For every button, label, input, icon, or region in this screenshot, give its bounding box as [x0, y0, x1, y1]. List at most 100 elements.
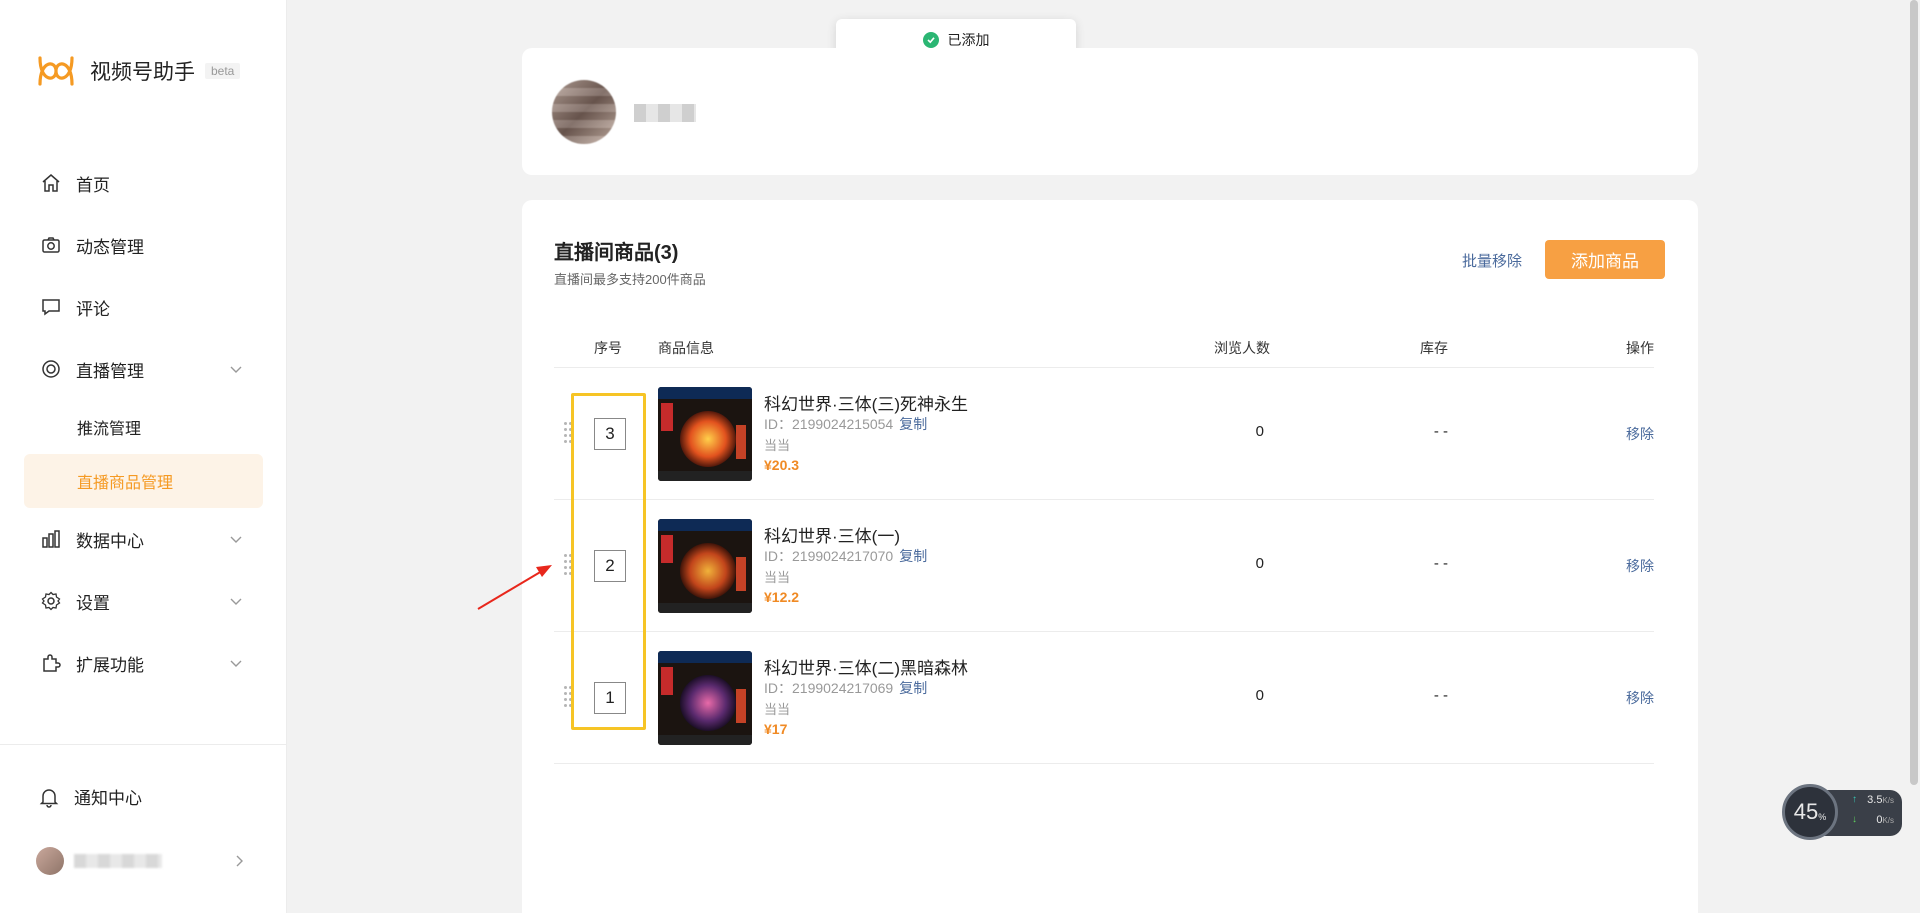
- live-products-card: 直播间商品(3) 直播间最多支持200件商品 批量移除 添加商品 序号 商品信息…: [522, 200, 1698, 913]
- nav-label: 动态管理: [76, 237, 144, 257]
- nav-item-data[interactable]: 数据中心: [0, 508, 287, 570]
- table-header: 序号 商品信息 浏览人数 库存 操作: [554, 330, 1654, 368]
- product-id: ID：2199024217070 复制: [764, 548, 928, 564]
- toast-text: 已添加: [947, 32, 990, 48]
- chevron-down-icon: [230, 660, 242, 667]
- beta-badge: beta: [205, 63, 241, 79]
- app-name: 视频号助手: [90, 61, 195, 84]
- table-row: 3 科幻世界·三体(三)死神永生 ID：2199024215054 复制 当当 ¥…: [554, 368, 1654, 500]
- product-views: 0: [1255, 687, 1264, 704]
- nav-item-posts[interactable]: 动态管理: [0, 214, 287, 276]
- upload-arrow-icon: ↑: [1852, 794, 1857, 805]
- product-price: ¥17: [764, 721, 788, 737]
- table-row: 2 科幻世界·三体(一) ID：2199024217070 复制 当当 ¥12.2…: [554, 500, 1654, 632]
- product-price: ¥20.3: [764, 457, 800, 473]
- upload-speed: 3.5K/s: [1867, 794, 1894, 806]
- chevron-up-icon: [230, 366, 242, 373]
- live-icon: [40, 358, 62, 380]
- nav-label: 直播管理: [76, 361, 144, 381]
- product-stock: - -: [1433, 423, 1448, 440]
- remove-button[interactable]: 移除: [1626, 424, 1654, 444]
- download-speed: 0K/s: [1876, 814, 1894, 826]
- copy-button[interactable]: 复制: [899, 416, 927, 432]
- drag-handle-icon[interactable]: [564, 422, 574, 448]
- sub-item-label: 直播商品管理: [77, 475, 174, 492]
- product-id: ID：2199024217069 复制: [764, 680, 928, 696]
- sub-item-live-products[interactable]: 直播商品管理: [24, 454, 263, 508]
- nav-label: 设置: [76, 593, 110, 613]
- puzzle-icon: [40, 652, 62, 674]
- product-cover-image[interactable]: [658, 387, 752, 481]
- remove-button[interactable]: 移除: [1626, 688, 1654, 708]
- seq-input[interactable]: 1: [594, 682, 626, 714]
- table-row: 1 科幻世界·三体(二)黑暗森林 ID：2199024217069 复制 当当 ¥…: [554, 632, 1654, 764]
- sub-item-label: 推流管理: [77, 421, 142, 438]
- product-stock: - -: [1433, 687, 1448, 704]
- batch-remove-button[interactable]: 批量移除: [1462, 250, 1522, 271]
- profile-avatar: [552, 80, 616, 144]
- notification-center[interactable]: 通知中心: [38, 784, 142, 809]
- product-stock: - -: [1433, 555, 1448, 572]
- home-icon: [40, 172, 62, 194]
- network-speed-widget[interactable]: ↑ ↓ 3.5K/s 0K/s 45%: [1782, 784, 1902, 840]
- product-cover-image[interactable]: [658, 651, 752, 745]
- add-product-button[interactable]: 添加商品: [1545, 240, 1665, 279]
- download-arrow-icon: ↓: [1852, 814, 1857, 825]
- product-id: ID：2199024215054 复制: [764, 416, 928, 432]
- seq-input[interactable]: 2: [594, 550, 626, 582]
- sidebar: 视频号助手 beta 首页 动态管理 评论 直播管理 推流管理 直播商品管理 数…: [0, 0, 287, 913]
- product-name: 科幻世界·三体(二)黑暗森林: [764, 659, 968, 678]
- main-nav: 首页 动态管理 评论 直播管理 推流管理 直播商品管理 数据中心 设置 扩展功能: [0, 152, 287, 694]
- logo[interactable]: 视频号助手 beta: [36, 52, 241, 90]
- product-shop: 当当: [764, 570, 791, 585]
- copy-button[interactable]: 复制: [899, 680, 927, 696]
- drag-handle-icon[interactable]: [564, 686, 574, 712]
- annotation-arrow-icon: [477, 565, 552, 610]
- product-shop: 当当: [764, 702, 791, 717]
- nav-item-home[interactable]: 首页: [0, 152, 287, 214]
- user-name-blurred: [74, 854, 162, 868]
- memory-usage-gauge: 45%: [1782, 784, 1838, 840]
- logo-icon: [38, 56, 74, 86]
- sub-item-stream[interactable]: 推流管理: [0, 400, 287, 454]
- col-seq: 序号: [594, 340, 622, 356]
- remove-button[interactable]: 移除: [1626, 556, 1654, 576]
- chevron-down-icon: [230, 536, 242, 543]
- check-circle-icon: [922, 32, 939, 48]
- product-shop: 当当: [764, 438, 791, 453]
- profile-card: [522, 48, 1698, 175]
- product-price: ¥12.2: [764, 589, 800, 605]
- scrollbar-thumb[interactable]: [1910, 0, 1918, 785]
- comment-icon: [40, 296, 62, 318]
- nav-item-extensions[interactable]: 扩展功能: [0, 632, 287, 694]
- avatar: [36, 847, 64, 875]
- col-action: 操作: [1626, 340, 1654, 356]
- product-views: 0: [1255, 423, 1264, 440]
- nav-item-live[interactable]: 直播管理: [0, 338, 287, 400]
- col-info: 商品信息: [658, 340, 714, 356]
- nav-label: 评论: [76, 299, 110, 319]
- seq-input[interactable]: 3: [594, 418, 626, 450]
- nav-label: 首页: [76, 175, 110, 195]
- nav-item-comments[interactable]: 评论: [0, 276, 287, 338]
- section-subtitle: 直播间最多支持200件商品: [554, 272, 706, 287]
- section-title: 直播间商品(3): [554, 242, 679, 264]
- product-name: 科幻世界·三体(三)死神永生: [764, 395, 968, 414]
- user-account[interactable]: [36, 846, 246, 876]
- sidebar-divider: [0, 744, 287, 745]
- product-cover-image[interactable]: [658, 519, 752, 613]
- nav-label: 扩展功能: [76, 655, 144, 675]
- product-name: 科幻世界·三体(一): [764, 527, 900, 546]
- camera-icon: [40, 234, 62, 256]
- profile-name-blurred: [634, 104, 696, 122]
- notification-label: 通知中心: [74, 789, 142, 808]
- bar-chart-icon: [40, 528, 62, 550]
- drag-handle-icon[interactable]: [564, 554, 574, 580]
- gear-icon: [40, 590, 62, 612]
- copy-button[interactable]: 复制: [899, 548, 927, 564]
- nav-item-settings[interactable]: 设置: [0, 570, 287, 632]
- col-views: 浏览人数: [1214, 340, 1270, 356]
- col-stock: 库存: [1420, 340, 1448, 356]
- nav-label: 数据中心: [76, 531, 144, 551]
- product-views: 0: [1255, 555, 1264, 572]
